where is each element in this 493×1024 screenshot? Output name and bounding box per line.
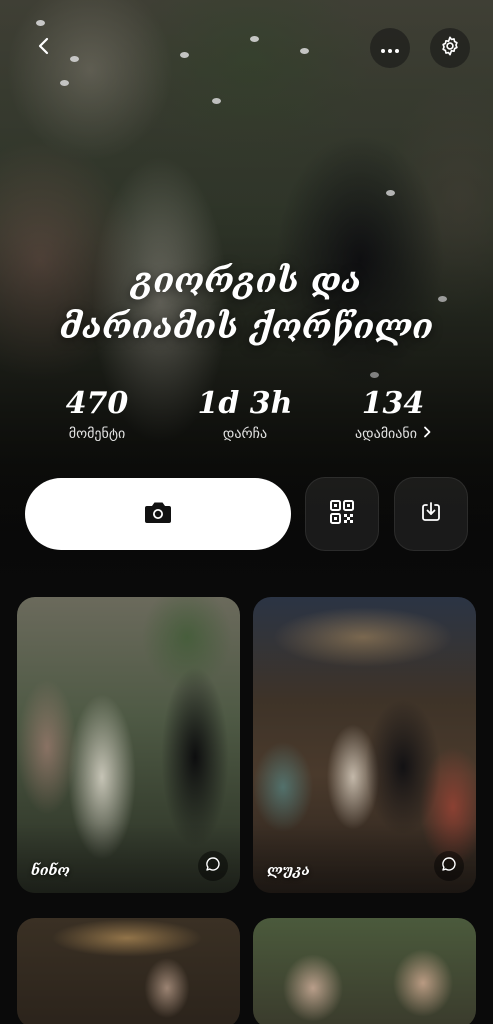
- qr-code-icon: [329, 499, 355, 529]
- download-icon: [419, 500, 443, 528]
- stat-countdown-value: 1d 3h: [197, 386, 293, 421]
- qr-code-button[interactable]: [305, 477, 379, 551]
- stat-moments: 470 მომენტი: [22, 384, 172, 442]
- back-button[interactable]: [24, 28, 64, 68]
- photo-author-name: ლუკა: [267, 863, 310, 879]
- stat-people-label: ადამიანი: [355, 426, 417, 442]
- upload-photo-button[interactable]: [25, 478, 291, 550]
- more-options-button[interactable]: [370, 28, 410, 68]
- stat-countdown-label: დარჩა: [222, 426, 268, 442]
- stat-countdown: 1d 3h დარჩა: [170, 384, 320, 442]
- stat-moments-value: 470: [65, 386, 129, 421]
- comment-button[interactable]: [198, 851, 228, 881]
- camera-icon: [143, 499, 173, 529]
- feed-photo-card[interactable]: [17, 918, 240, 1024]
- stat-people-value: 134: [361, 386, 425, 421]
- event-title-line1: გიორგის და: [131, 261, 362, 301]
- comment-button[interactable]: [434, 851, 464, 881]
- event-title: გიორგის და მარიამის ქორწილი: [0, 258, 493, 350]
- download-button[interactable]: [394, 477, 468, 551]
- comment-icon: [205, 856, 221, 876]
- comment-icon: [441, 856, 457, 876]
- gear-icon: [439, 35, 461, 61]
- feed-photo-card[interactable]: ლუკა: [253, 597, 476, 893]
- chevron-right-icon: [423, 426, 431, 442]
- event-title-line2: მარიამის ქორწილი: [59, 307, 434, 347]
- stat-people[interactable]: 134 ადამიანი: [318, 384, 468, 442]
- settings-button[interactable]: [430, 28, 470, 68]
- hero-cover-photo: გიორგის და მარიამის ქორწილი 470 მომენტი …: [0, 0, 493, 590]
- photo-author-name: ნინო: [31, 863, 70, 879]
- feed-photo-card[interactable]: ნინო: [17, 597, 240, 893]
- chevron-left-icon: [34, 36, 54, 60]
- feed-photo-card[interactable]: [253, 918, 476, 1024]
- stat-moments-label: მომენტი: [68, 426, 126, 442]
- more-horizontal-icon: [380, 39, 400, 58]
